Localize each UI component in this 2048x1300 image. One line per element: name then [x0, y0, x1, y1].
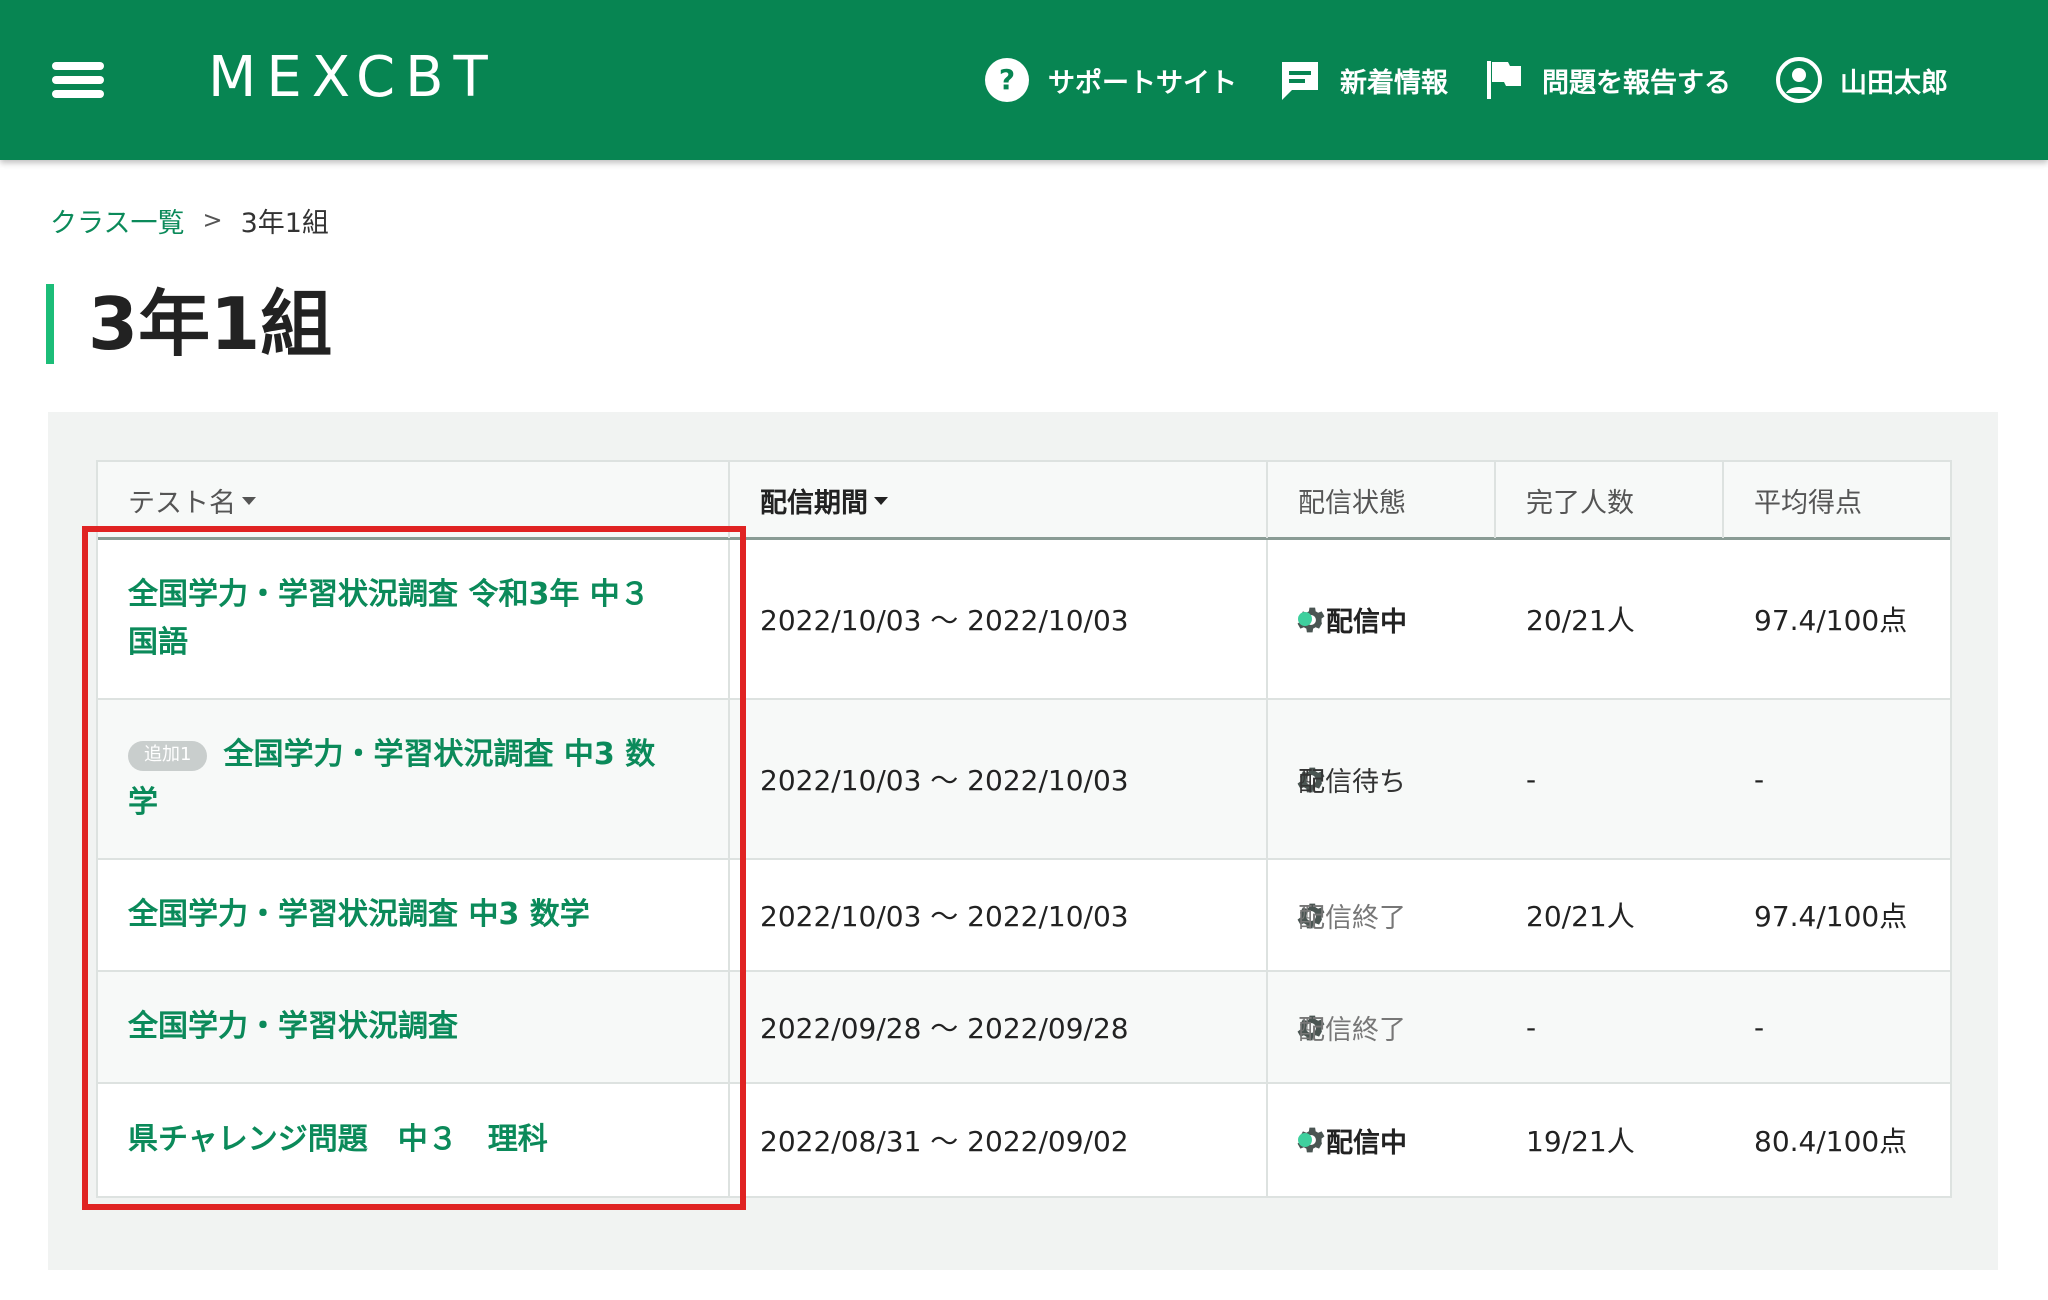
menu-icon[interactable] [52, 56, 104, 102]
sort-caret-icon [874, 497, 888, 505]
status-label: 配信中 [1326, 606, 1407, 638]
table-row: 県チャレンジ問題 中３ 理科 2022/08/31 〜 2022/09/02 配… [98, 1084, 1950, 1196]
test-name-link[interactable]: 全国学力・学習状況調査 [98, 972, 730, 1082]
completed-count-cell: 20/21人 [1526, 900, 1635, 933]
table-row: 全国学力・学習状況調査 令和3年 中３ 国語 2022/10/03 〜 2022… [98, 540, 1950, 700]
nav-report-label: 問題を報告する [1542, 67, 1731, 99]
title-accent-bar [46, 284, 54, 364]
message-icon [1282, 62, 1318, 100]
status-cell: 配信終了 [1298, 1014, 1406, 1046]
additional-badge: 追加1 [128, 741, 208, 771]
status-cell: 配信待ち [1298, 766, 1406, 798]
account-circle-icon [1776, 57, 1822, 103]
nav-report-problem[interactable]: 問題を報告する [1484, 50, 1731, 110]
test-name-link[interactable]: 全国学力・学習状況調査 中3 数学 [98, 860, 730, 970]
test-name-link[interactable]: 全国学力・学習状況調査 令和3年 中３ 国語 [98, 540, 730, 698]
status-label: 配信中 [1326, 1127, 1407, 1159]
nav-news[interactable]: 新着情報 [1278, 50, 1448, 110]
completed-count-cell: 19/21人 [1526, 1125, 1635, 1158]
breadcrumb-class-list[interactable]: クラス一覧 [50, 201, 184, 240]
column-header-completed: 完了人数 [1496, 462, 1724, 538]
period-cell: 2022/10/03 〜 2022/10/03 [730, 540, 1268, 698]
page-title: 3年1組 [88, 282, 333, 366]
breadcrumb-separator: > [202, 206, 223, 234]
status-cell: 配信中 [1268, 540, 1496, 698]
test-name-link[interactable]: 県チャレンジ問題 中３ 理科 [98, 1084, 730, 1196]
status-live-dot [1298, 612, 1312, 626]
nav-news-label: 新着情報 [1340, 67, 1448, 99]
nav-support-label: サポートサイト [1048, 67, 1237, 99]
table-row: 全国学力・学習状況調査 2022/09/28 〜 2022/09/28 配信終了… [98, 972, 1950, 1084]
status-live-dot [1298, 1133, 1312, 1147]
nav-support-site[interactable]: ? サポートサイト [984, 50, 1237, 110]
completed-count-cell: - [1526, 762, 1537, 796]
average-score-cell: 97.4/100点 [1754, 900, 1908, 933]
svg-text:?: ? [999, 63, 1015, 96]
average-score-cell: - [1754, 762, 1765, 796]
help-circle-icon: ? [985, 58, 1029, 102]
status-cell: 配信終了 [1298, 902, 1406, 934]
status-cell: 配信中 [1268, 1084, 1496, 1196]
nav-user-label: 山田太郎 [1840, 67, 1948, 99]
table-row: 全国学力・学習状況調査 中3 数学 2022/10/03 〜 2022/10/0… [98, 860, 1950, 972]
completed-count-cell: - [1526, 1010, 1537, 1044]
flag-icon [1487, 61, 1521, 99]
completed-count-cell: 20/21人 [1526, 604, 1635, 637]
test-name-link[interactable]: 追加1 全国学力・学習状況調査 中3 数学 [98, 700, 730, 858]
nav-user-account[interactable]: 山田太郎 [1776, 50, 1948, 110]
average-score-cell: - [1754, 1010, 1765, 1044]
test-table: テスト名 配信期間 配信状態 完了人数 平均得点 全国学力・学習状況調査 令和3… [96, 460, 1952, 1198]
period-cell: 2022/10/03 〜 2022/10/03 [730, 860, 1268, 970]
breadcrumb-current: 3年1組 [240, 207, 329, 239]
breadcrumb: クラス一覧 > 3年1組 [50, 200, 329, 240]
column-header-test-name[interactable]: テスト名 [98, 462, 730, 538]
column-header-status: 配信状態 [1268, 462, 1496, 538]
app-header: MEXCBT ? サポートサイト 新着情報 問題を報告する 山田太郎 [0, 0, 2048, 160]
sort-caret-icon [242, 497, 256, 505]
period-cell: 2022/09/28 〜 2022/09/28 [730, 972, 1268, 1082]
average-score-cell: 97.4/100点 [1754, 604, 1908, 637]
table-header: テスト名 配信期間 配信状態 完了人数 平均得点 [98, 462, 1950, 540]
column-header-period[interactable]: 配信期間 [730, 462, 1268, 538]
table-row: 追加1 全国学力・学習状況調査 中3 数学 2022/10/03 〜 2022/1… [98, 700, 1950, 860]
column-header-average: 平均得点 [1754, 487, 1862, 519]
app-logo[interactable]: MEXCBT [208, 46, 498, 110]
period-cell: 2022/08/31 〜 2022/09/02 [730, 1084, 1268, 1196]
average-score-cell: 80.4/100点 [1754, 1125, 1908, 1158]
period-cell: 2022/10/03 〜 2022/10/03 [730, 700, 1268, 858]
